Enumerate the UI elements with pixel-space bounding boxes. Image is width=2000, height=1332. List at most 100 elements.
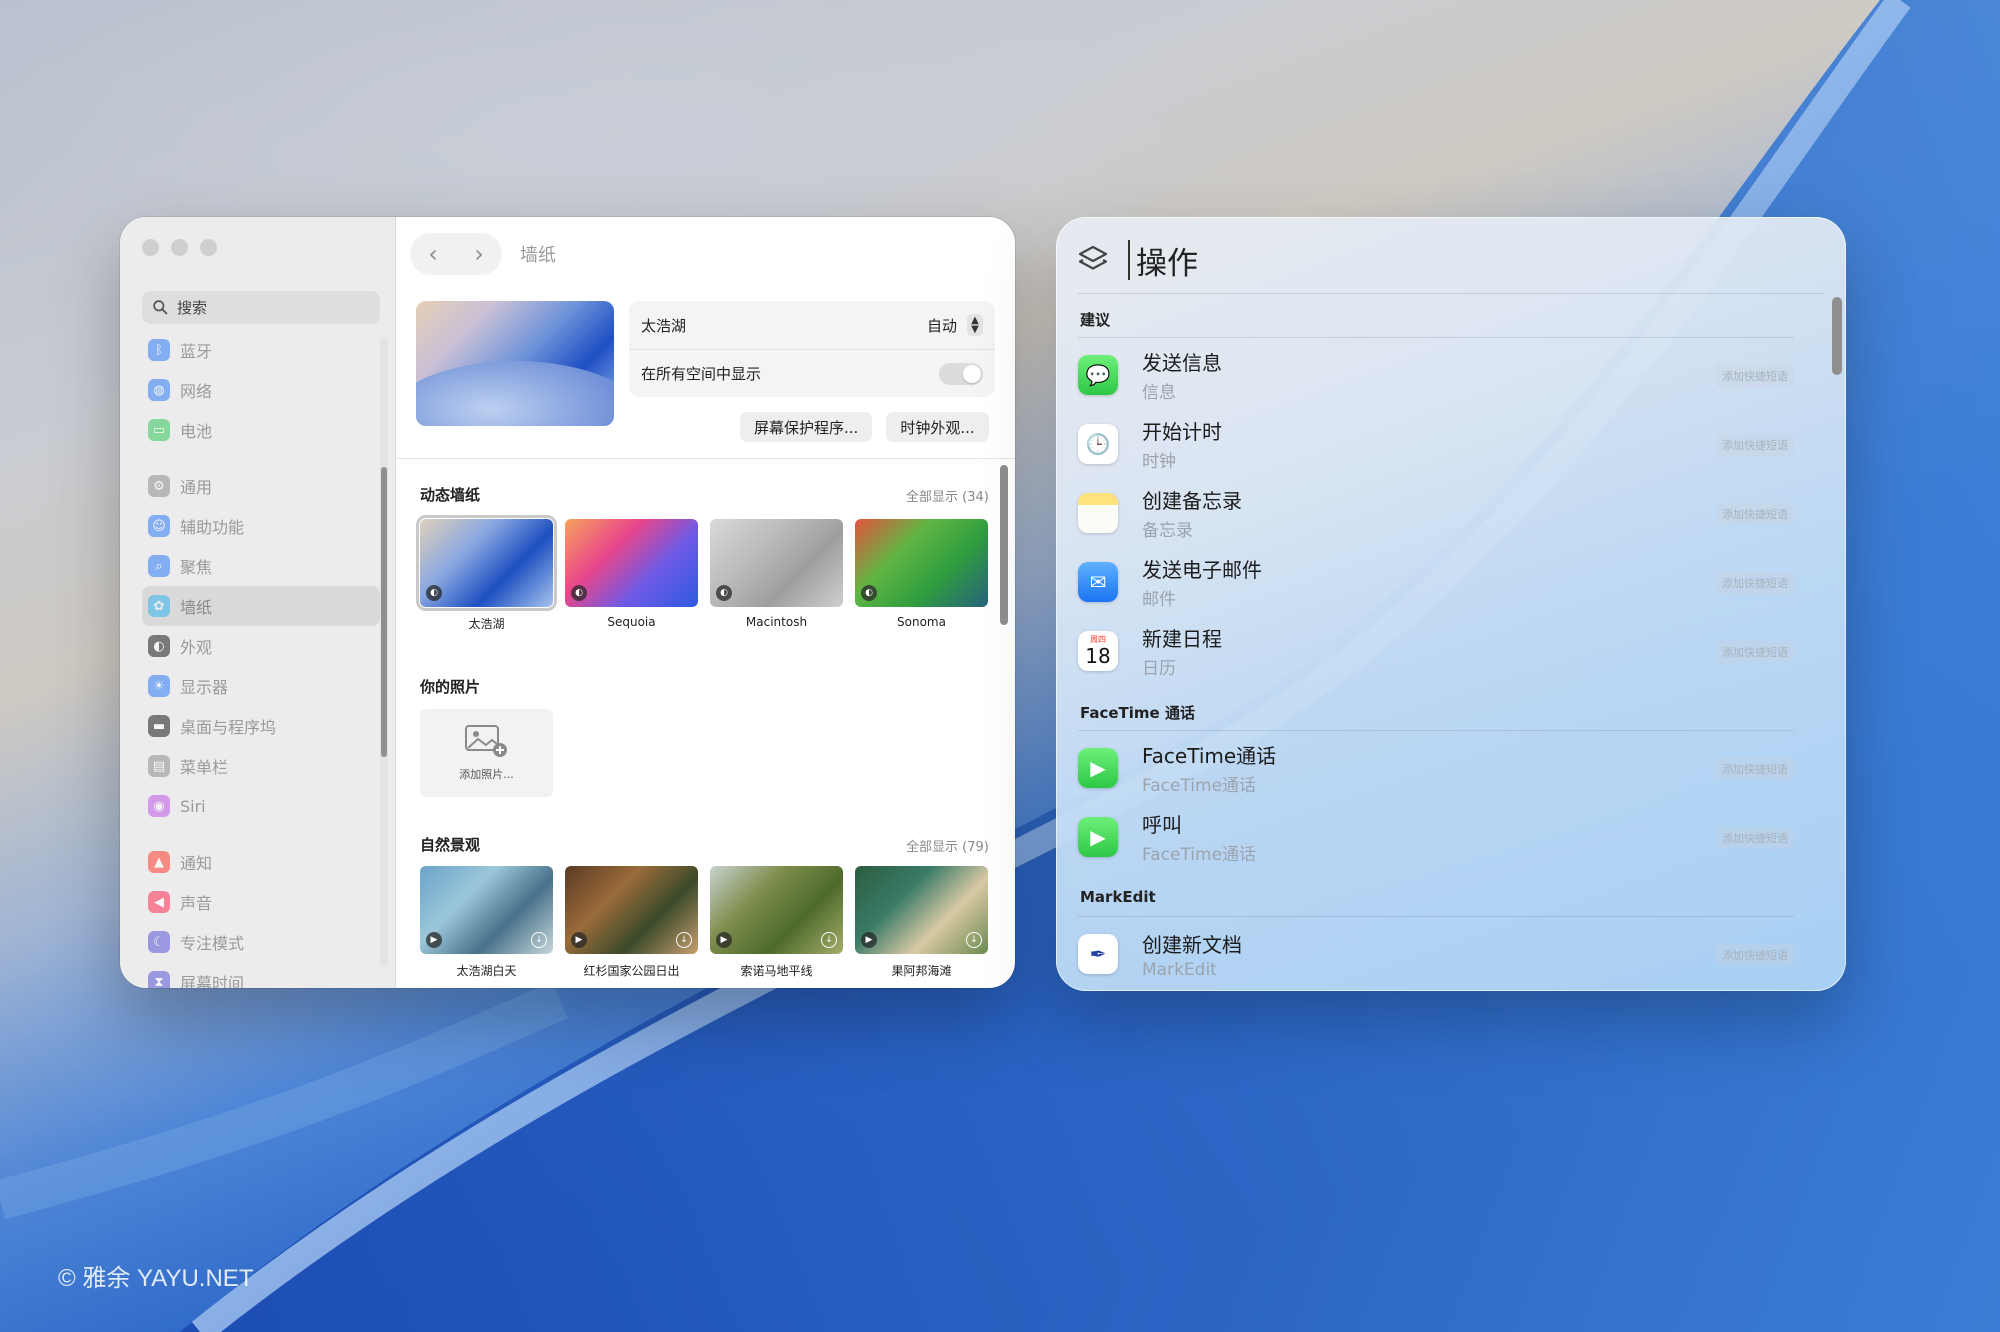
wallpaper-tile[interactable]: ▶ ↓ 果阿邦海滩 <box>855 866 988 979</box>
magnifier-icon: ⌕ <box>148 555 170 577</box>
result-text: 创建备忘录 备忘录 <box>1142 485 1242 541</box>
sidebar-item-label: 屏幕时间 <box>180 974 245 988</box>
result-text: 开始计时 时钟 <box>1142 416 1222 472</box>
result-subtitle: 邮件 <box>1142 590 1176 610</box>
sidebar-item[interactable]: ☾ 专注模式 <box>142 922 380 962</box>
nature-show-all[interactable]: 全部显示 (79) <box>906 836 989 855</box>
battery-icon: ▭ <box>148 419 170 441</box>
wallpaper-label: 太浩湖白天 <box>456 964 517 978</box>
result-text: 发送电子邮件 邮件 <box>1142 554 1262 610</box>
sidebar-item[interactable]: ⌕ 聚焦 <box>142 546 380 586</box>
sidebar-item[interactable]: ◍ 网络 <box>142 370 380 410</box>
add-shortcut-tag[interactable]: 添加快捷短语 <box>1716 758 1794 780</box>
close-button[interactable] <box>142 239 159 256</box>
add-shortcut-tag[interactable]: 添加快捷短语 <box>1716 572 1794 594</box>
wallpaper-thumbnail: ◐ <box>710 519 843 607</box>
clock-appearance-button[interactable]: 时钟外观... <box>886 412 989 442</box>
add-photo-button[interactable]: 添加照片... <box>420 709 553 797</box>
sidebar-item[interactable]: ✿ 墙纸 <box>142 586 380 626</box>
result-row[interactable]: 创建备忘录 备忘录 添加快捷短语 <box>1078 479 1816 547</box>
add-photo-label: 添加照片... <box>459 768 514 781</box>
sidebar-item[interactable]: ◉ Siri <box>142 786 380 826</box>
sidebar-item[interactable]: ◐ 外观 <box>142 626 380 666</box>
minimize-button[interactable] <box>171 239 188 256</box>
result-group-title: 建议 <box>1080 311 1111 329</box>
download-icon[interactable]: ↓ <box>676 932 692 948</box>
sidebar-item[interactable]: ▬ 桌面与程序坞 <box>142 706 380 746</box>
all-spaces-toggle[interactable] <box>939 362 983 385</box>
add-shortcut-tag[interactable]: 添加快捷短语 <box>1716 944 1794 966</box>
add-shortcut-tag[interactable]: 添加快捷短语 <box>1716 641 1794 663</box>
dynamic-badge-icon: ◐ <box>716 585 732 601</box>
sidebar-item[interactable]: ☀ 显示器 <box>142 666 380 706</box>
appearance-mode-value: 自动 <box>926 316 957 335</box>
settings-window: 搜索 ᛒ 蓝牙 ◍ 网络 ▭ 电池 ⚙ 通用 ☺ 辅助功能 ⌕ 聚焦 ✿ 墙纸 ◐ 外观 ☀ 显示器 ▬ 桌面与程序坞… <box>120 217 1015 988</box>
result-title: 创建新文档 <box>1142 932 1242 957</box>
dynamic-show-all[interactable]: 全部显示 (34) <box>906 486 989 505</box>
wallpaper-tile[interactable]: ◐ Sequoia <box>565 519 698 632</box>
download-icon[interactable]: ↓ <box>531 932 547 948</box>
sidebar-item[interactable]: ▲ 通知 <box>142 842 380 882</box>
sidebar-search[interactable]: 搜索 <box>142 291 380 324</box>
result-row[interactable]: ✒ 创建新文档 MarkEdit 添加快捷短语 <box>1078 920 1816 988</box>
result-row[interactable]: 🕒 开始计时 时钟 添加快捷短语 <box>1078 410 1816 478</box>
result-text: 新建日程 日历 <box>1142 623 1222 679</box>
bell-icon: ▲ <box>148 851 170 873</box>
appearance-mode-select[interactable]: 自动 ▲ ▼ <box>927 314 983 336</box>
page-title: 墙纸 <box>520 245 556 266</box>
video-badge-icon: ▶ <box>716 932 732 948</box>
sidebar-item[interactable]: ⧗ 屏幕时间 <box>142 962 380 988</box>
wallpaper-tile[interactable]: ◐ Macintosh <box>710 519 843 632</box>
result-row[interactable]: 💬 发送信息 信息 添加快捷短语 <box>1078 341 1816 409</box>
sidebar-item-label: 电池 <box>180 422 213 441</box>
spotlight-search-bar[interactable]: 操作 <box>1076 235 1198 285</box>
sidebar-item[interactable]: ☺ 辅助功能 <box>142 506 380 546</box>
spotlight-query[interactable]: 操作 <box>1136 238 1198 283</box>
result-title: 发送电子邮件 <box>1142 558 1262 582</box>
screensaver-button[interactable]: 屏幕保护程序... <box>740 412 873 442</box>
dynamic-section-title: 动态墙纸 <box>420 486 481 504</box>
siri-icon: ◉ <box>148 795 170 817</box>
layers-icon <box>1078 245 1108 270</box>
forward-icon[interactable]: › <box>474 240 484 268</box>
sidebar-item[interactable]: ᛒ 蓝牙 <box>142 330 380 370</box>
wallpaper-tile[interactable]: ▶ ↓ 索诺马地平线 <box>710 866 843 979</box>
add-shortcut-tag[interactable]: 添加快捷短语 <box>1716 365 1794 387</box>
wallpaper-tile[interactable]: ▶ ↓ 太浩湖白天 <box>420 866 553 979</box>
result-subtitle: 时钟 <box>1142 452 1176 472</box>
wallpaper-name: 太浩湖 <box>641 316 687 335</box>
add-shortcut-tag[interactable]: 添加快捷短语 <box>1716 827 1794 849</box>
messages-icon: 💬 <box>1078 355 1118 395</box>
add-shortcut-tag[interactable]: 添加快捷短语 <box>1716 503 1794 525</box>
video-badge-icon: ▶ <box>426 932 442 948</box>
result-row[interactable]: ▶ 呼叫 FaceTime通话 添加快捷短语 <box>1078 803 1816 871</box>
download-icon[interactable]: ↓ <box>966 932 982 948</box>
scrollbar-thumb[interactable] <box>381 467 387 757</box>
sidebar-list: ᛒ 蓝牙 ◍ 网络 ▭ 电池 ⚙ 通用 ☺ 辅助功能 ⌕ 聚焦 ✿ 墙纸 ◐ 外观 ☀ 显示器 ▬ 桌面与程序坞 ▤ 菜单… <box>142 330 380 988</box>
dynamic-wallpaper-grid: ◐ 太浩湖 ◐ Sequoia ◐ Macintosh ◐ Sonoma <box>416 515 988 632</box>
zoom-button[interactable] <box>200 239 217 256</box>
sidebar-item[interactable]: ▭ 电池 <box>142 410 380 450</box>
content-scrollbar[interactable] <box>998 465 1010 975</box>
back-icon[interactable]: ‹ <box>428 240 438 268</box>
result-row[interactable]: ✉ 发送电子邮件 邮件 添加快捷短语 <box>1078 548 1816 616</box>
spotlight-scrollbar[interactable] <box>1830 297 1842 979</box>
sidebar-scrollbar[interactable] <box>380 337 388 967</box>
sidebar-item[interactable]: ◀ 声音 <box>142 882 380 922</box>
wallpaper-tile[interactable]: ◐ 太浩湖 <box>416 515 557 632</box>
download-icon[interactable]: ↓ <box>821 932 837 948</box>
flower-icon: ✿ <box>148 595 170 617</box>
clock-icon: 🕒 <box>1078 424 1118 464</box>
sidebar-item[interactable]: ▤ 菜单栏 <box>142 746 380 786</box>
sidebar-item[interactable]: ⚙ 通用 <box>142 466 380 506</box>
scrollbar-thumb[interactable] <box>1000 465 1008 625</box>
scrollbar-thumb[interactable] <box>1832 297 1842 375</box>
gear-icon: ⚙ <box>148 475 170 497</box>
result-row[interactable]: 周四 18 新建日程 日历 添加快捷短语 <box>1078 617 1816 685</box>
add-shortcut-tag[interactable]: 添加快捷短语 <box>1716 434 1794 456</box>
markedit-icon: ✒ <box>1078 934 1118 974</box>
wallpaper-tile[interactable]: ▶ ↓ 红杉国家公园日出 <box>565 866 698 979</box>
wallpaper-tile[interactable]: ◐ Sonoma <box>855 519 988 632</box>
result-row[interactable]: ▶ FaceTime通话 FaceTime通话 添加快捷短语 <box>1078 734 1816 802</box>
result-title: FaceTime通话 <box>1142 744 1277 768</box>
